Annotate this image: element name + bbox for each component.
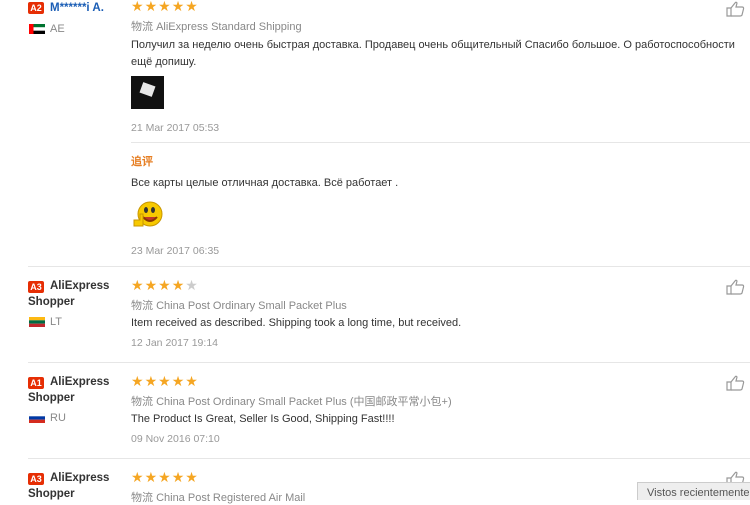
star-icon: ★	[144, 373, 158, 389]
buyer-name: AliExpress	[50, 472, 110, 484]
buyer-name: AliExpress	[50, 376, 110, 388]
rating-stars: ★ ★ ★ ★ ★	[131, 277, 198, 293]
shipping-name: China Post Ordinary Small Packet Plus (中…	[156, 396, 452, 408]
additional-feedback-date: 23 Mar 2017 06:35	[131, 245, 220, 257]
buyer-level-badge: A3	[28, 473, 44, 485]
shipping-method: 物流 AliExpress Standard Shipping	[131, 18, 302, 34]
review-text: Item received as described. Shipping too…	[131, 317, 462, 329]
buyer-name: AliExpress	[50, 280, 110, 292]
logistics-label: 物流	[131, 300, 153, 312]
shipping-name: China Post Registered Air Mail	[156, 492, 306, 504]
review-date: 12 Jan 2017 19:14	[131, 337, 218, 349]
review-text: Получил за неделю очень быстрая доставка…	[131, 39, 735, 68]
buyer-name-line2: Shopper	[28, 392, 75, 404]
shipping-method: 物流 China Post Registered Air Mail	[131, 489, 305, 505]
smiley-thumbs-up-image[interactable]	[131, 198, 165, 232]
star-icon: ★	[171, 469, 185, 485]
star-icon: ★	[185, 373, 198, 389]
star-icon: ★	[144, 0, 158, 14]
country-code: LT	[50, 316, 63, 328]
flag-ru-icon	[29, 413, 45, 423]
star-icon: ★	[158, 469, 171, 485]
thumbs-up-icon[interactable]	[726, 279, 746, 295]
star-icon: ★	[158, 373, 171, 389]
additional-feedback-label: 追评	[131, 156, 153, 168]
star-icon: ★	[131, 469, 144, 485]
buyer-level-badge: A3	[28, 281, 44, 293]
buyer-name[interactable]: M******i A.	[50, 0, 104, 16]
star-icon: ★	[131, 0, 144, 14]
review-photo[interactable]	[131, 76, 164, 109]
rating-stars: ★ ★ ★ ★ ★	[131, 469, 198, 485]
thumbs-up-icon[interactable]	[726, 375, 746, 391]
buyer-level-badge: A2	[28, 2, 44, 14]
star-icon: ★	[144, 469, 158, 485]
logistics-label: 物流	[131, 492, 153, 504]
star-icon: ★	[171, 277, 185, 293]
buyer-name-line2: Shopper	[28, 296, 75, 308]
shipping-method: 物流 China Post Ordinary Small Packet Plus	[131, 297, 347, 313]
star-icon: ★	[171, 0, 185, 14]
additional-feedback-text: Все карты целые отличная доставка. Всё р…	[131, 177, 399, 189]
review-text: The Product Is Great, Seller Is Good, Sh…	[131, 413, 395, 425]
flag-ae-icon	[29, 24, 45, 34]
recently-viewed-tab[interactable]: Vistos recientemente	[637, 482, 750, 500]
star-icon: ★	[158, 0, 171, 14]
star-icon: ★	[171, 373, 185, 389]
star-empty-icon: ★	[185, 277, 198, 293]
country-code: RU	[50, 412, 66, 424]
rating-stars: ★ ★ ★ ★ ★	[131, 0, 198, 13]
thumbs-up-icon[interactable]	[726, 1, 746, 17]
shipping-name: China Post Ordinary Small Packet Plus	[156, 300, 347, 312]
buyer-level-badge: A1	[28, 377, 44, 389]
rating-stars: ★ ★ ★ ★ ★	[131, 373, 198, 389]
star-icon: ★	[131, 277, 144, 293]
star-icon: ★	[158, 277, 171, 293]
review-date: 09 Nov 2016 07:10	[131, 433, 220, 445]
star-icon: ★	[185, 469, 198, 485]
shipping-name: AliExpress Standard Shipping	[156, 21, 302, 33]
flag-lt-icon	[29, 317, 45, 327]
shipping-method: 物流 China Post Ordinary Small Packet Plus…	[131, 393, 452, 409]
review-date: 21 Mar 2017 05:53	[131, 122, 220, 134]
logistics-label: 物流	[131, 21, 153, 33]
logistics-label: 物流	[131, 396, 153, 408]
country-code: AE	[50, 23, 65, 35]
star-icon: ★	[144, 277, 158, 293]
star-icon: ★	[185, 0, 198, 14]
star-icon: ★	[131, 373, 144, 389]
